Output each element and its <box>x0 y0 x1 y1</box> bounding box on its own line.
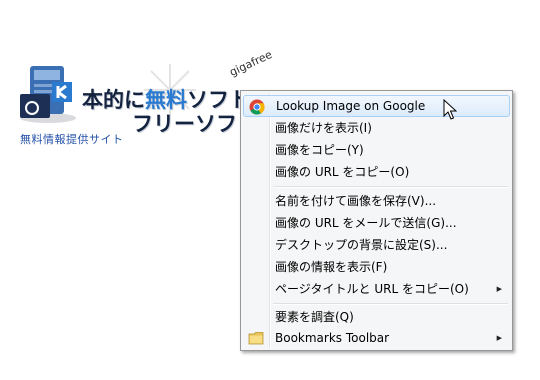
menu-item-copy-page-title-url[interactable]: ページタイトルと URL をコピー(O) ▶ <box>243 278 510 300</box>
menu-separator <box>273 186 508 188</box>
logo-pc-icon <box>20 66 76 123</box>
context-menu: Lookup Image on Google 画像だけを表示(I) 画像をコピー… <box>240 90 513 351</box>
menu-item-copy-image[interactable]: 画像をコピー(Y) <box>243 139 510 161</box>
menu-item-label: 要素を調査(Q) <box>275 310 354 324</box>
menu-item-label: 画像の URL をコピー(O) <box>275 165 410 179</box>
menu-item-label: ページタイトルと URL をコピー(O) <box>275 282 469 296</box>
menu-item-label: 画像の URL をメールで送信(G)... <box>275 216 457 230</box>
menu-item-lookup-image-google[interactable]: Lookup Image on Google <box>243 95 510 117</box>
chrome-google-icon <box>249 99 265 115</box>
submenu-arrow-icon: ▶ <box>496 285 502 293</box>
menu-item-bookmarks-toolbar[interactable]: Bookmarks Toolbar ▶ <box>243 327 510 349</box>
menu-item-copy-image-url[interactable]: 画像の URL をコピー(O) <box>243 161 510 183</box>
menu-item-label: 名前を付けて画像を保存(V)... <box>275 194 437 208</box>
folder-icon <box>248 332 264 345</box>
submenu-arrow-icon: ▶ <box>496 334 502 342</box>
menu-item-label: 画像の情報を表示(F) <box>275 260 388 274</box>
menu-item-label: デスクトップの背景に設定(S)... <box>275 238 448 252</box>
menu-item-inspect-element[interactable]: 要素を調査(Q) <box>243 306 510 328</box>
menu-item-view-image-info[interactable]: 画像の情報を表示(F) <box>243 256 510 278</box>
site-tagline: 無料情報提供サイト <box>20 133 124 146</box>
menu-item-label: Lookup Image on Google <box>276 99 426 113</box>
menu-item-set-desktop-background[interactable]: デスクトップの背景に設定(S)... <box>243 234 510 256</box>
logo-url-text: gigafree <box>227 48 275 79</box>
menu-separator <box>273 303 508 305</box>
site-logo[interactable]: 本的に無料ソフト フリーソフト gigafree 無料情報提供サイト <box>0 0 274 160</box>
menu-item-email-image-url[interactable]: 画像の URL をメールで送信(G)... <box>243 212 510 234</box>
menu-item-view-image[interactable]: 画像だけを表示(I) <box>243 117 510 139</box>
menu-item-label: Bookmarks Toolbar <box>275 331 390 345</box>
menu-item-label: 画像だけを表示(I) <box>275 121 372 135</box>
menu-item-save-image-as[interactable]: 名前を付けて画像を保存(V)... <box>243 190 510 212</box>
mouse-pointer-icon <box>443 99 457 120</box>
menu-item-label: 画像をコピー(Y) <box>275 143 364 157</box>
